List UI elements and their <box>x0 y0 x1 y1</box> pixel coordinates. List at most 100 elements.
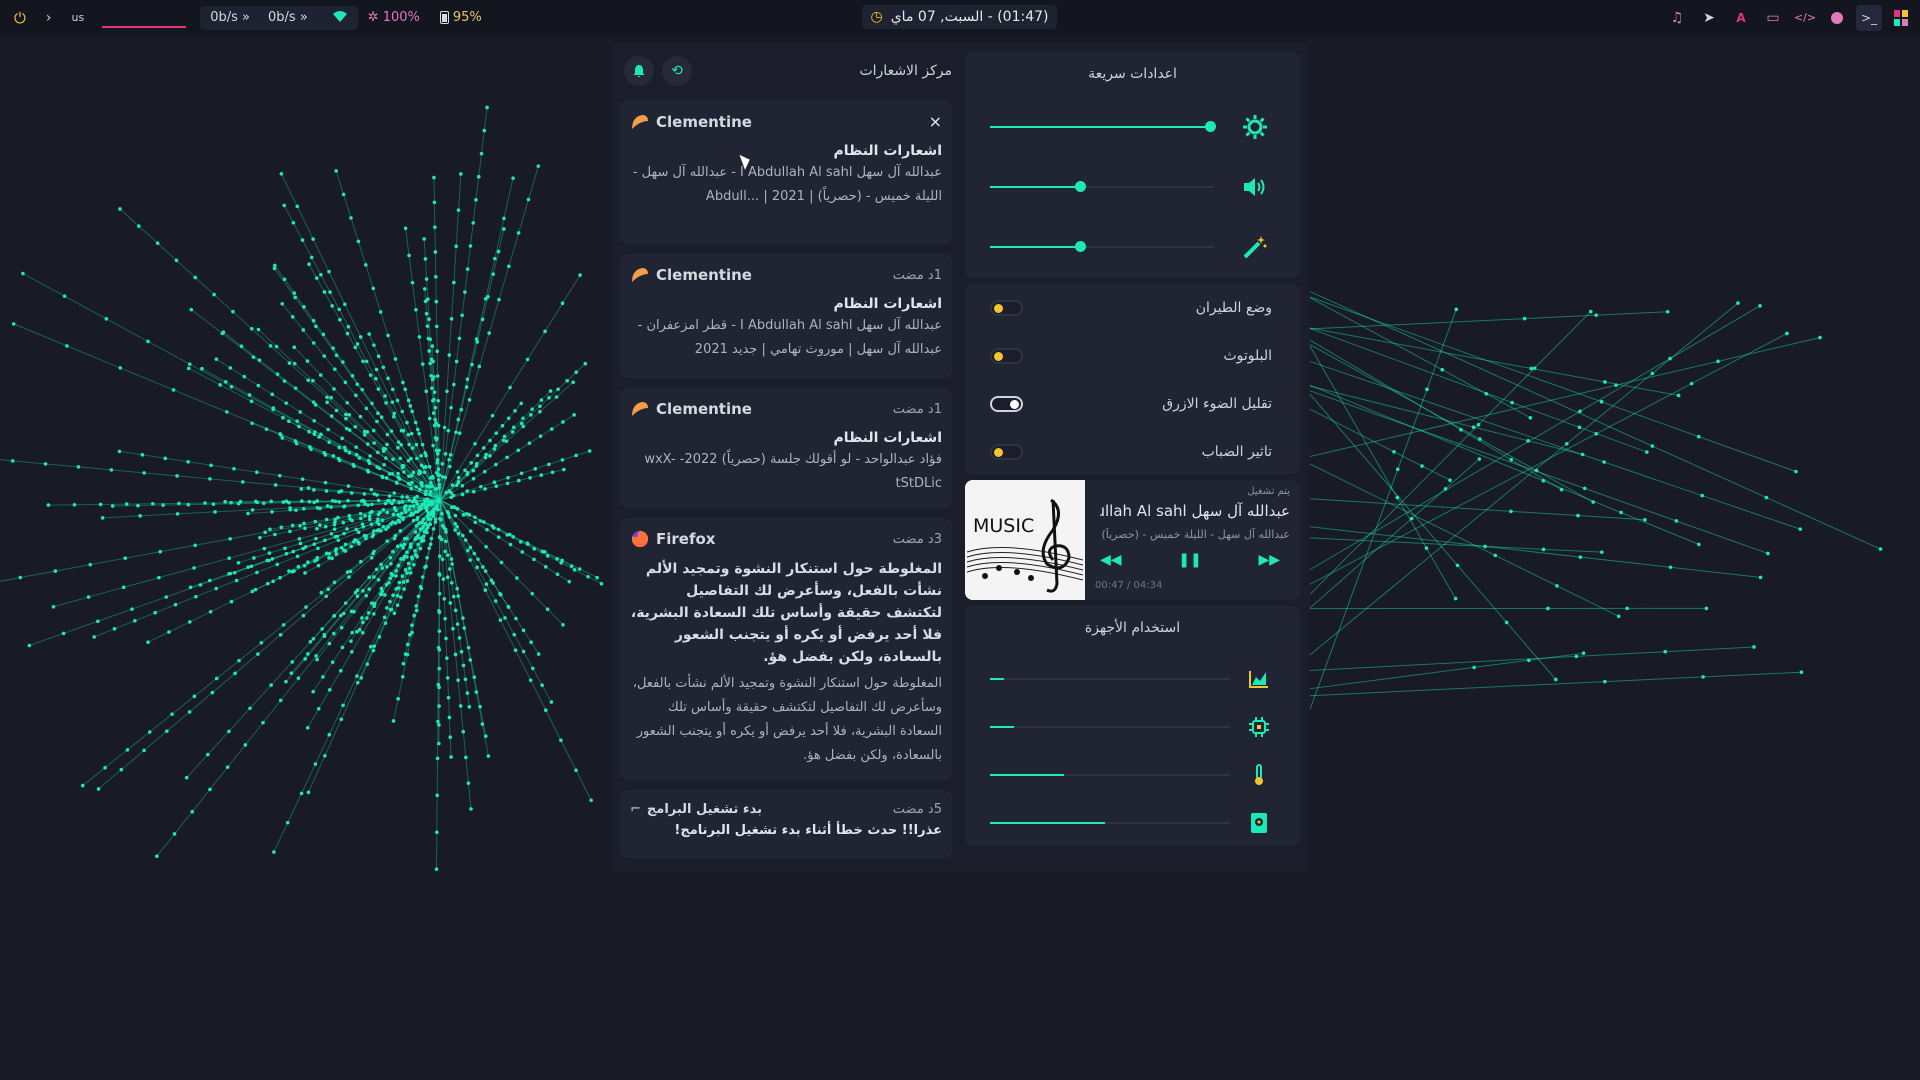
particle-dot <box>1522 316 1527 321</box>
particle-dot <box>437 629 442 633</box>
particle-dot <box>130 607 134 611</box>
switch[interactable] <box>990 300 1023 316</box>
particle-dot <box>396 471 400 476</box>
particle-dot <box>506 604 511 609</box>
pause-icon[interactable]: ❚❚ <box>1178 552 1201 568</box>
palette-icon[interactable] <box>1888 5 1914 31</box>
music-icon[interactable]: ♫ <box>1664 5 1690 31</box>
particle-dot <box>493 256 497 261</box>
particle-dot <box>367 461 372 466</box>
battery-indicator[interactable]: 95% <box>430 0 492 35</box>
particle-dot <box>1477 457 1482 461</box>
particle-dot <box>532 557 536 562</box>
particle-dot <box>455 470 460 474</box>
blur-effect-toggle[interactable]: تاثير الضباب <box>990 437 1272 467</box>
particle-dot <box>374 367 379 372</box>
notification-app: Clementine <box>630 400 752 418</box>
particle-dot <box>1582 486 1587 491</box>
particle-dot <box>482 469 487 474</box>
particle-dot <box>494 431 499 435</box>
chevron-right-icon[interactable]: › <box>36 0 62 35</box>
particle-dot <box>512 632 517 637</box>
switch[interactable] <box>990 444 1023 460</box>
particle-dot <box>327 440 331 445</box>
notification-card[interactable]: Clementine 1د مضت اشعارات النظام عبدالله… <box>620 254 952 378</box>
particle-dot <box>421 362 425 366</box>
particle-dot <box>587 449 592 453</box>
close-icon[interactable]: × <box>929 112 942 131</box>
particle-dot <box>194 594 198 599</box>
effects-slider[interactable] <box>990 232 1270 262</box>
particle-line <box>283 205 441 501</box>
particle-dot <box>443 549 447 554</box>
particle-dot <box>328 290 332 294</box>
particle-dot <box>307 429 311 434</box>
terminal-icon[interactable]: >_ <box>1856 4 1882 31</box>
folder-icon[interactable]: ▭ <box>1760 5 1786 31</box>
airplane-mode-toggle[interactable]: وضع الطيران <box>990 293 1272 323</box>
volume-slider[interactable] <box>990 172 1270 202</box>
notification-card[interactable]: Clementine 1د مضت اشعارات النظام فؤاد عب… <box>620 388 952 508</box>
particle-dot <box>296 676 301 680</box>
particle-dot <box>547 395 551 400</box>
wifi-icon[interactable] <box>332 9 348 27</box>
particle-dot <box>334 169 338 173</box>
keyboard-layout[interactable]: us <box>61 0 94 35</box>
code-icon[interactable]: </> <box>1792 5 1818 31</box>
next-icon[interactable]: ▶▶ <box>1258 552 1280 568</box>
particle-dot <box>163 456 168 461</box>
brightness-slider[interactable] <box>990 112 1270 142</box>
particle-dot <box>300 238 305 242</box>
blue-light-toggle[interactable]: تقليل الضوء الازرق <box>990 389 1272 419</box>
particle-dot <box>467 705 472 709</box>
particle-dot <box>1704 606 1709 611</box>
particle-dot <box>270 510 274 514</box>
particle-line <box>281 303 441 501</box>
battery-icon <box>439 11 449 24</box>
particle-dot <box>188 585 193 590</box>
color-picker-icon[interactable] <box>1824 5 1850 31</box>
clear-all-icon[interactable]: ⟲ <box>662 56 692 86</box>
particle-dot <box>427 416 432 421</box>
particle-dot <box>424 389 429 394</box>
telegram-icon[interactable]: ➤ <box>1696 5 1722 31</box>
power-icon[interactable]: ⏻ <box>0 0 36 35</box>
particle-dot <box>329 505 333 509</box>
font-icon[interactable]: A <box>1728 5 1754 31</box>
particle-dot <box>453 513 458 518</box>
particle-dot <box>401 674 405 679</box>
notification-card[interactable]: Clementine × اشعارات النظام عبدالله آل س… <box>620 100 952 244</box>
particle-dot <box>171 388 176 392</box>
particle-dot <box>325 395 329 400</box>
brightness-indicator[interactable]: ✲ 100% <box>358 0 430 35</box>
particle-dot <box>440 557 445 562</box>
slider-knob[interactable] <box>1074 241 1086 252</box>
bell-icon[interactable] <box>624 56 654 86</box>
clock[interactable]: ◷ (01:47) - السبت, 07 ماي <box>862 5 1057 29</box>
switch[interactable] <box>990 348 1023 364</box>
notification-card[interactable]: Firefox 3د مضت المغلوطة حول استنكار النش… <box>620 518 952 780</box>
previous-icon[interactable]: ◀◀ <box>1100 552 1122 568</box>
slider-knob[interactable] <box>1074 181 1086 192</box>
particle-dot <box>314 654 318 658</box>
particle-dot <box>174 258 179 263</box>
particle-dot <box>386 376 390 381</box>
particle-dot <box>322 632 327 637</box>
particle-dot <box>208 609 213 614</box>
net-up-value: 0b/s <box>267 10 296 25</box>
particle-dot <box>345 570 350 574</box>
particle-dot <box>1736 301 1740 305</box>
bluetooth-toggle[interactable]: البلوتوث <box>990 341 1272 371</box>
particle-dot <box>330 660 335 664</box>
switch[interactable] <box>990 396 1023 412</box>
particle-dot <box>556 387 560 392</box>
particle-dot <box>186 502 191 507</box>
particle-dot <box>355 680 360 685</box>
slider-knob[interactable] <box>1204 121 1216 132</box>
notification-card[interactable]: ⌐ بدء تشغيل البرامج 5د مضت عذرا!! حدث خط… <box>620 790 952 858</box>
particle-dot <box>494 484 499 488</box>
particle-dot <box>457 636 462 640</box>
particle-dot <box>321 675 325 679</box>
particle-dot <box>302 563 307 568</box>
particle-dot <box>1798 527 1803 531</box>
